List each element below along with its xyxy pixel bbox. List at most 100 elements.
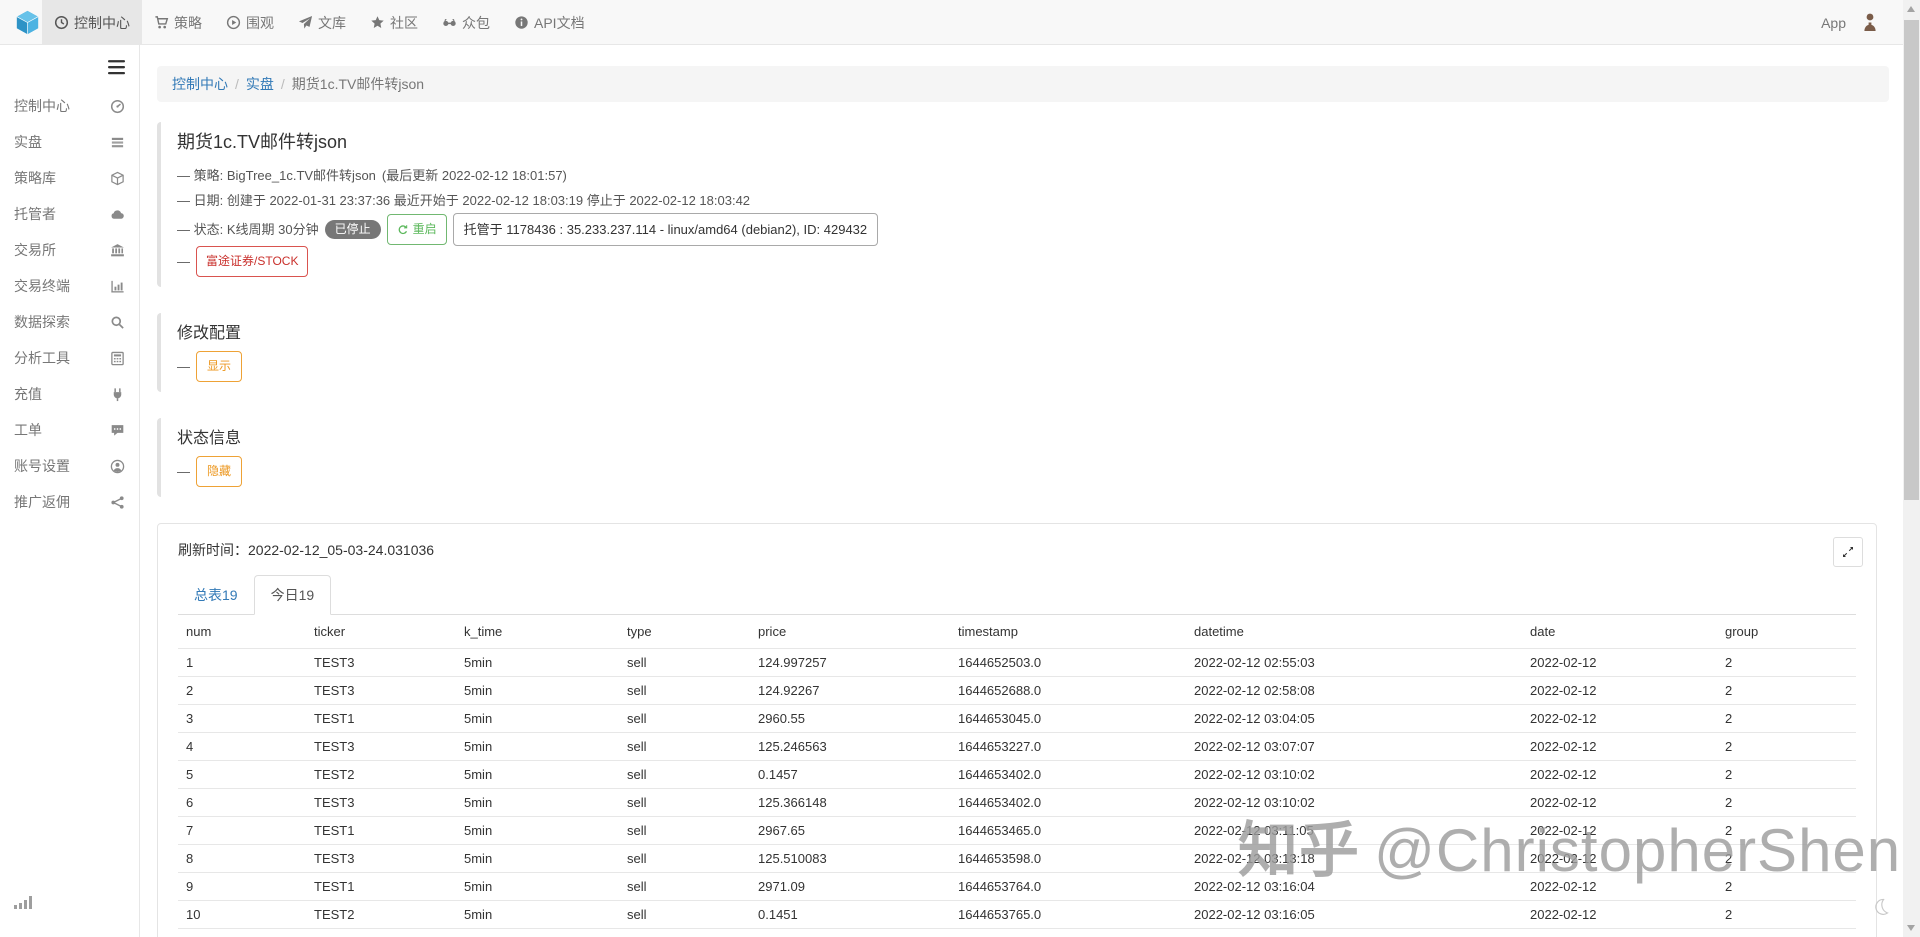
- sidebar-item-exchanges[interactable]: 交易所: [0, 232, 139, 268]
- table-cell-k_time: 5min: [456, 928, 619, 937]
- restart-button[interactable]: 重启: [386, 214, 447, 245]
- tab-summary[interactable]: 总表19: [178, 576, 254, 614]
- sidebar-item-analysis-tools[interactable]: 分析工具: [0, 340, 139, 376]
- exchange-line: — 富途证券/STOCK: [177, 246, 1877, 277]
- table-cell-timestamp: 1644653907.0: [950, 928, 1186, 937]
- sidebar-item-label: 分析工具: [14, 350, 70, 366]
- tasks-icon: [110, 135, 125, 150]
- table-cell-timestamp: 1644653402.0: [950, 788, 1186, 817]
- tab-today[interactable]: 今日19: [253, 575, 332, 615]
- sidebar-item-live-trading[interactable]: 实盘: [0, 124, 139, 160]
- nav-item-label: 控制中心: [74, 14, 130, 31]
- breadcrumb-separator: /: [280, 76, 285, 92]
- table-cell-group: 2: [1717, 732, 1856, 761]
- nav-item-library[interactable]: 文库: [286, 0, 358, 45]
- table-cell-timestamp: 1644653227.0: [950, 732, 1186, 761]
- status-badge: 已停止: [324, 220, 381, 239]
- table-row: 7 TEST1 5min sell 2967.65 1644653465.0 2022-02…: [178, 816, 1856, 845]
- host-info-box[interactable]: 托管于 1178436 : 35.233.237.114 - linux/amd…: [452, 213, 879, 246]
- table-cell-datetime: 2022-02-12 03:13:18: [1186, 844, 1522, 873]
- top-navbar: 控制中心 策略 围观 文库 社区 众包 API文档 App: [0, 0, 1920, 45]
- strategy-updated-text: (最后更新 2022-02-12 18:01:57): [381, 168, 567, 183]
- calculator-icon: [110, 351, 125, 366]
- plug-icon: [110, 387, 125, 402]
- dark-mode-toggle[interactable]: [1870, 896, 1891, 922]
- sidebar-item-account-settings[interactable]: 账号设置: [0, 448, 139, 484]
- refresh-time-label: 刷新时间：: [178, 542, 248, 558]
- table-cell-type: sell: [619, 788, 750, 817]
- breadcrumb-separator: /: [235, 76, 239, 92]
- nav-item-strategy[interactable]: 策略: [142, 0, 214, 45]
- table-row: 10 TEST2 5min sell 0.1451 1644653765.0 2022-02…: [178, 900, 1856, 929]
- nav-item-community[interactable]: 社区: [358, 0, 430, 45]
- table-cell-k_time: 5min: [456, 788, 619, 817]
- breadcrumb-control-center[interactable]: 控制中心: [172, 76, 228, 92]
- table-cell-group: 2: [1717, 844, 1856, 873]
- column-header-date: date: [1522, 615, 1717, 649]
- table-cell-type: sell: [619, 704, 750, 733]
- star-icon: [370, 15, 385, 30]
- nav-item-watch[interactable]: 围观: [214, 0, 286, 45]
- table-cell-num: 8: [178, 844, 306, 873]
- breadcrumb-live-trading[interactable]: 实盘: [246, 76, 274, 92]
- status-table-panel: 刷新时间：2022-02-12_05-03-24.031036 总表19 今日19…: [157, 523, 1877, 937]
- table-cell-type: sell: [619, 928, 750, 937]
- table-cell-num: 6: [178, 788, 306, 817]
- sidebar-item-data-explore[interactable]: 数据探索: [0, 304, 139, 340]
- app-link[interactable]: App: [1821, 15, 1846, 31]
- scrollbar[interactable]: [1903, 0, 1920, 937]
- sidebar-collapse-button[interactable]: [0, 45, 139, 88]
- user-avatar-icon[interactable]: [1862, 12, 1878, 33]
- sidebar-item-strategy-library[interactable]: 策略库: [0, 160, 139, 196]
- hide-status-button[interactable]: 隐藏: [196, 456, 243, 487]
- table-row: 1 TEST3 5min sell 124.997257 1644652503.0 2022…: [178, 648, 1856, 677]
- fmz-cube-logo[interactable]: [14, 9, 41, 36]
- table-cell-type: sell: [619, 816, 750, 845]
- sidebar-menu: 控制中心实盘策略库 托管者 交易所 交易终端 数据探索分析工具充值工单账号设置推广返佣: [0, 88, 139, 520]
- sidebar-item-referral[interactable]: 推广返佣: [0, 484, 139, 520]
- table-cell-date: 2022-02-12: [1522, 872, 1717, 901]
- table-cell-date: 2022-02-12: [1522, 704, 1717, 733]
- sidebar-item-trading-terminal[interactable]: 交易终端: [0, 268, 139, 304]
- table-cell-date: 2022-02-12: [1522, 788, 1717, 817]
- column-header-datetime: datetime: [1186, 615, 1522, 649]
- table-cell-timestamp: 1644652503.0: [950, 648, 1186, 677]
- nav-item-crowdsourcing[interactable]: 众包: [430, 0, 502, 45]
- table-cell-timestamp: 1644653598.0: [950, 844, 1186, 873]
- nav-item-api-docs[interactable]: API文档: [502, 0, 597, 45]
- scrollbar-down-arrow[interactable]: [1907, 925, 1915, 931]
- table-cell-num: 1: [178, 648, 306, 677]
- table-cell-price: 0.1457: [750, 760, 950, 789]
- strategy-line: — 策略: BigTree_1c.TV邮件转json (最后更新 2022-02…: [177, 163, 1877, 188]
- table-cell-ticker: TEST3: [306, 732, 456, 761]
- nav-item-label: 众包: [462, 14, 490, 31]
- nav-item-label: API文档: [534, 14, 585, 31]
- table-cell-k_time: 5min: [456, 900, 619, 929]
- signal-bars-icon: [13, 894, 37, 915]
- fullscreen-button[interactable]: [1833, 537, 1863, 567]
- table-cell-ticker: TEST3: [306, 928, 456, 937]
- scrollbar-up-arrow[interactable]: [1907, 6, 1915, 12]
- nav-item-control-center[interactable]: 控制中心: [42, 0, 142, 45]
- table-cell-group: 2: [1717, 760, 1856, 789]
- sidebar-item-label: 工单: [14, 422, 42, 438]
- table-cell-num: 5: [178, 760, 306, 789]
- table-cell-datetime: 2022-02-12 02:58:08: [1186, 676, 1522, 705]
- scrollbar-thumb[interactable]: [1904, 20, 1919, 500]
- sidebar-item-hosts[interactable]: 托管者: [0, 196, 139, 232]
- sidebar-item-control-center[interactable]: 控制中心: [0, 88, 139, 124]
- status-data-table: num ticker k_time type price timestamp datetim…: [178, 615, 1856, 937]
- nav-item-label: 策略: [174, 14, 202, 31]
- sidebar-item-recharge[interactable]: 充值: [0, 376, 139, 412]
- table-cell-date: 2022-02-12: [1522, 928, 1717, 937]
- sidebar-item-label: 推广返佣: [14, 494, 70, 510]
- hamburger-icon: [108, 60, 125, 75]
- table-header-row: num ticker k_time type price timestamp datetim…: [178, 615, 1856, 649]
- main-content: 控制中心 / 实盘 / 期货1c.TV邮件转json 期货1c.TV邮件转json — …: [140, 45, 1903, 937]
- refresh-time-value: 2022-02-12_05-03-24.031036: [248, 542, 435, 558]
- sidebar-item-tickets[interactable]: 工单: [0, 412, 139, 448]
- paper-plane-icon: [298, 15, 313, 30]
- sidebar-item-label: 实盘: [14, 134, 42, 150]
- show-config-button[interactable]: 显示: [196, 351, 243, 382]
- table-cell-date: 2022-02-12: [1522, 760, 1717, 789]
